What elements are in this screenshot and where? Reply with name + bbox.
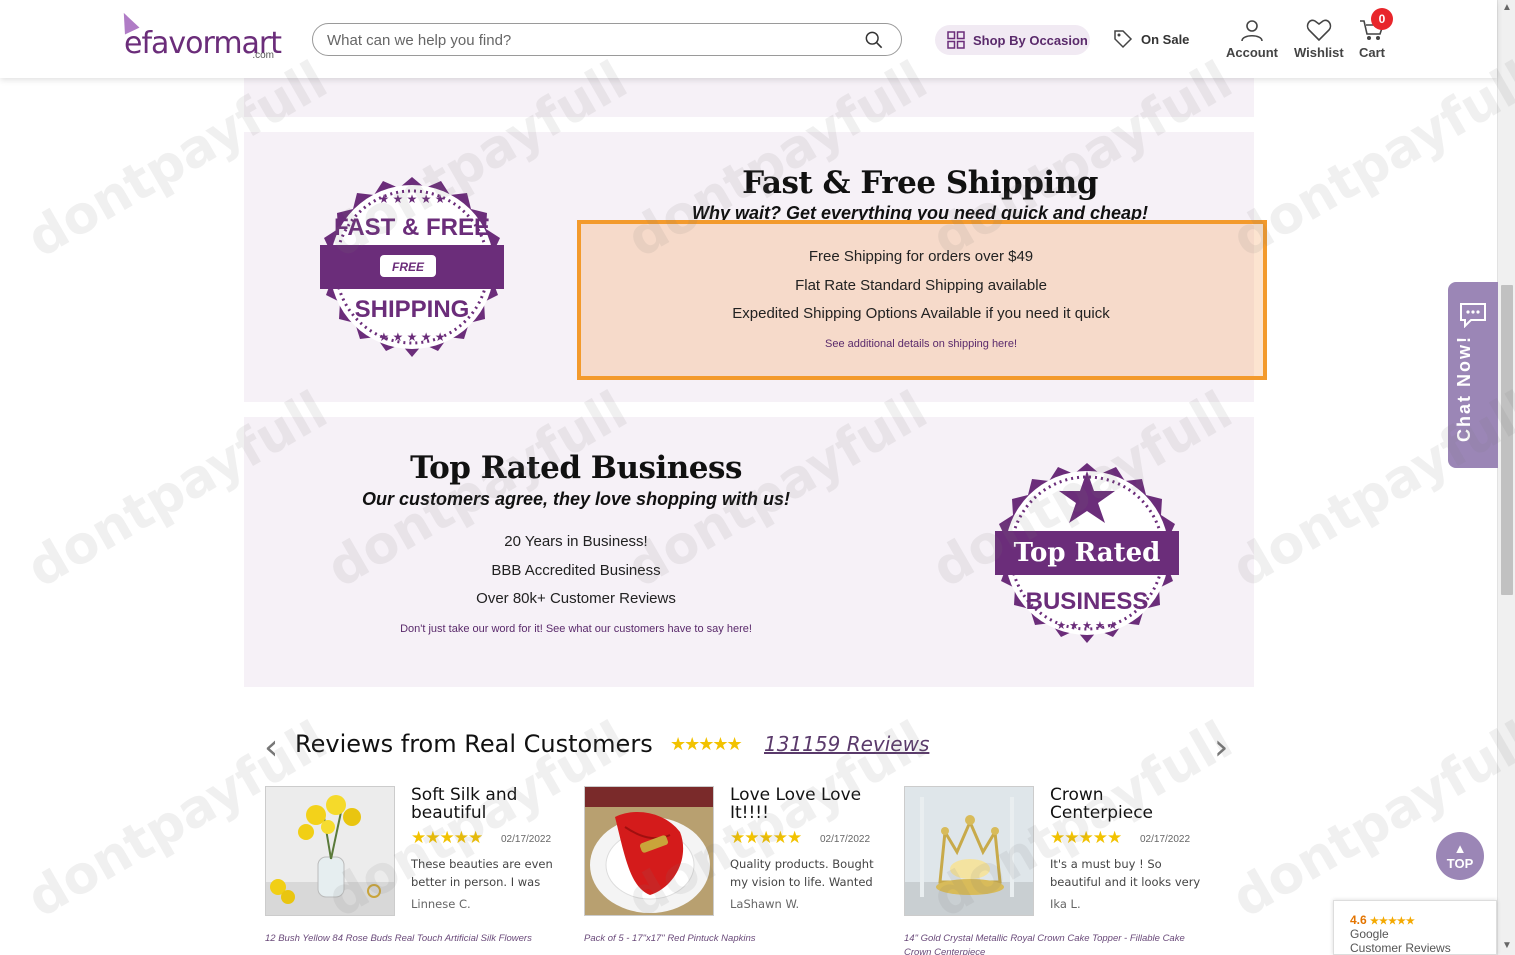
reviewer-name: Ika L. xyxy=(1050,897,1081,911)
on-sale-label: On Sale xyxy=(1141,31,1190,47)
shop-by-occasion-button[interactable]: Shop By Occasion xyxy=(935,25,1090,55)
top-rated-point-1: 20 Years in Business! xyxy=(504,533,648,550)
back-to-top-label: TOP xyxy=(1446,856,1474,871)
scrollbar-thumb[interactable] xyxy=(1501,285,1513,595)
svg-text:★ ★ ★ ★ ★: ★ ★ ★ ★ ★ xyxy=(378,192,445,206)
watermark-text: dontpayfull xyxy=(1222,710,1515,930)
chat-bubble-icon xyxy=(1460,303,1486,328)
shipping-point-1: Free Shipping for orders over $49 xyxy=(808,248,1034,265)
top-rated-point-2: BBB Accredited Business xyxy=(491,562,661,579)
search-input[interactable] xyxy=(327,30,847,50)
reviews-rating-stars: ★★★★★ xyxy=(670,734,743,754)
product-image[interactable] xyxy=(265,786,395,916)
customer-reviews-link[interactable]: Don't just take our word for it! See wha… xyxy=(296,623,856,635)
reviews-title: Reviews from Real Customers xyxy=(295,730,653,758)
seal-top-text: FAST & FREE xyxy=(334,214,490,241)
cart-count-badge: 0 xyxy=(1371,8,1393,30)
reviews-prev-icon[interactable]: ‹ xyxy=(264,727,278,768)
review-product-link[interactable]: 12 Bush Yellow 84 Rose Buds Real Touch A… xyxy=(265,932,565,946)
seal-bottom-text: SHIPPING xyxy=(355,296,470,323)
review-card[interactable]: Soft Silk and beautiful ★★★★★ 02/17/2022… xyxy=(265,786,565,955)
site-header: efavormart .com Shop By Occasion On Sale xyxy=(0,0,1497,78)
on-sale-link[interactable]: On Sale xyxy=(1113,29,1189,49)
page-scrollbar[interactable]: ▲ ▼ xyxy=(1497,0,1515,955)
account-link[interactable]: Account xyxy=(1226,18,1278,60)
seal-badge-text: FREE xyxy=(392,260,425,274)
user-icon xyxy=(1241,20,1263,42)
review-title: Love Love Love It!!!! xyxy=(730,785,862,823)
review-stars: ★★★★★ xyxy=(411,828,483,847)
chat-now-button[interactable]: Chat Now! xyxy=(1448,282,1498,468)
review-stars: ★★★★★ xyxy=(1050,828,1122,847)
top-rated-title: Top Rated Business xyxy=(410,450,742,486)
review-date: 02/17/2022 xyxy=(820,834,871,845)
review-date: 02/17/2022 xyxy=(501,834,552,845)
logo-suffix: .com xyxy=(252,50,274,61)
review-text: It's a must buy ! So beautiful and it lo… xyxy=(1050,857,1201,889)
svg-text:★ ★ ★ ★ ★: ★ ★ ★ ★ ★ xyxy=(1056,620,1118,632)
shipping-title: Fast & Free Shipping xyxy=(742,165,1098,201)
reviews-count-link[interactable]: 131159 Reviews xyxy=(764,732,929,756)
tag-icon xyxy=(1114,30,1133,49)
top-rated-business-seal-icon: Top Rated BUSINESS ★ ★ ★ ★ ★ xyxy=(995,463,1179,643)
shipping-point-3: Expedited Shipping Options Available if … xyxy=(732,305,1110,322)
top-rated-point-3: Over 80k+ Customer Reviews xyxy=(476,590,676,607)
heart-icon xyxy=(1306,19,1332,42)
seal-business-text: BUSINESS xyxy=(1026,588,1149,615)
account-label: Account xyxy=(1226,45,1278,60)
reviewer-name: LaShawn W. xyxy=(730,897,800,911)
reviews-next-icon[interactable]: › xyxy=(1214,727,1228,768)
shipping-point-2: Flat Rate Standard Shipping available xyxy=(795,277,1047,294)
shipping-subtitle: Why wait? Get everything you need quick … xyxy=(691,203,1149,221)
review-title: Crown Centerpiece xyxy=(1050,785,1153,823)
shipping-details-highlight xyxy=(577,220,1267,380)
grid-icon xyxy=(947,31,965,49)
scroll-up-icon[interactable]: ▲ xyxy=(1502,2,1512,13)
review-title: Soft Silk and beautiful xyxy=(411,785,518,823)
cart-label: Cart xyxy=(1359,45,1386,60)
google-reviews-label: Customer Reviews xyxy=(1350,941,1451,955)
arrow-up-icon: ▲ xyxy=(1453,841,1467,856)
site-logo[interactable]: efavormart .com xyxy=(116,9,282,64)
svg-text:★ ★ ★ ★ ★: ★ ★ ★ ★ ★ xyxy=(378,330,445,344)
back-to-top-button[interactable]: ▲ TOP xyxy=(1436,832,1484,880)
review-product-link[interactable]: 14" Gold Crystal Metallic Royal Crown Ca… xyxy=(904,932,1204,955)
product-image[interactable] xyxy=(904,786,1034,916)
review-product-link[interactable]: Pack of 5 - 17"x17" Red Pintuck Napkins xyxy=(584,932,884,946)
chat-now-label: Chat Now! xyxy=(1454,335,1474,442)
wishlist-label: Wishlist xyxy=(1294,45,1344,60)
product-image[interactable] xyxy=(584,786,714,916)
review-text: Quality products. Bought my vision to li… xyxy=(730,857,874,889)
shop-by-occasion-label: Shop By Occasion xyxy=(973,32,1088,48)
shipping-details-link[interactable]: See additional details on shipping here! xyxy=(600,338,1242,350)
review-date: 02/17/2022 xyxy=(1140,834,1191,845)
seal-top-rated-text: Top Rated xyxy=(1014,538,1161,568)
google-brand: Google xyxy=(1350,927,1389,941)
google-stars: ★★★★★ xyxy=(1370,916,1415,927)
review-text: These beauties are even better in person… xyxy=(411,857,553,889)
review-card[interactable]: Crown Centerpiece ★★★★★ 02/17/2022 It's … xyxy=(904,786,1204,955)
reviewer-name: Linnese C. xyxy=(411,897,471,911)
scroll-down-icon[interactable]: ▼ xyxy=(1502,940,1512,951)
wishlist-link[interactable]: Wishlist xyxy=(1294,18,1344,60)
top-rated-subtitle: Our customers agree, they love shopping … xyxy=(361,489,791,509)
review-card[interactable]: Love Love Love It!!!! ★★★★★ 02/17/2022 Q… xyxy=(584,786,884,955)
google-rating: 4.6 xyxy=(1350,913,1367,927)
google-reviews-badge[interactable]: 4.6 ★★★★★ Google Customer Reviews xyxy=(1333,900,1497,955)
previous-section-band xyxy=(244,78,1254,117)
search-icon[interactable] xyxy=(865,31,883,49)
search-bar xyxy=(312,23,902,56)
review-stars: ★★★★★ xyxy=(730,828,802,847)
fast-free-shipping-seal-icon: FAST & FREE FREE SHIPPING ★ ★ ★ ★ ★ ★ ★ … xyxy=(320,177,504,357)
